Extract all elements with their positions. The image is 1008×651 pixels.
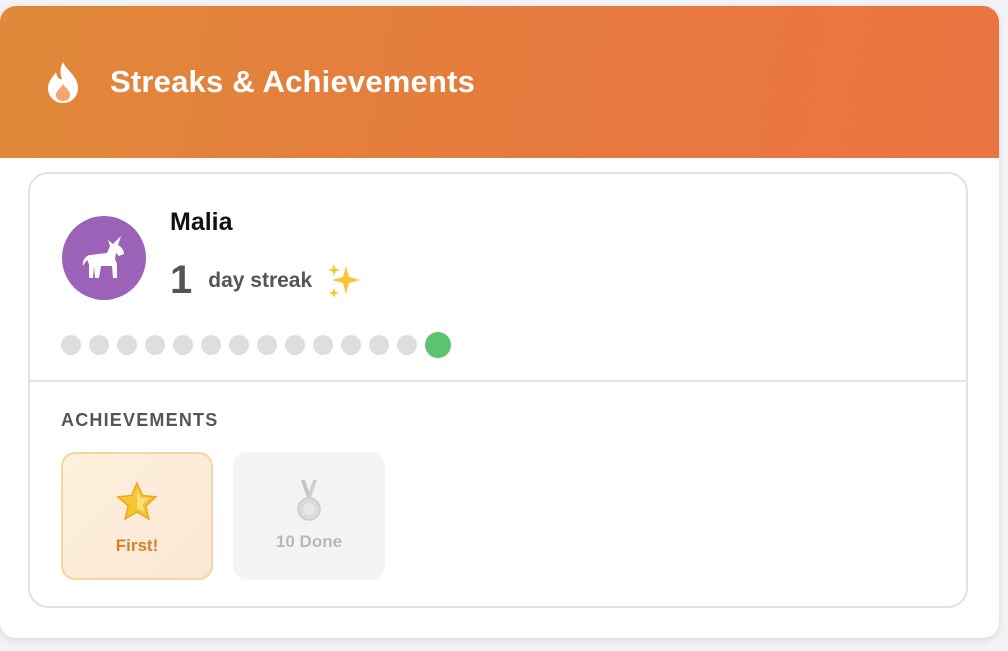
streak-day-dot [117,335,137,355]
streak-day-dot [61,335,81,355]
streak-day-dot [341,335,361,355]
streak-day-dot [173,335,193,355]
streak-day-dot [201,335,221,355]
achievement-badge-10-done[interactable]: 10 Done [233,452,385,580]
streak-day-dot [313,335,333,355]
card-header: Streaks & Achievements [0,6,999,158]
streak-count: 1 [170,258,193,302]
streak-summary: 1 day streak [170,258,364,303]
streak-day-dot [229,335,249,355]
streak-day-dot [369,335,389,355]
streak-day-dot [397,335,417,355]
achievements-heading: ACHIEVEMENTS [61,410,219,430]
flame-icon [44,60,82,104]
sparkles-icon [328,263,361,298]
streak-day-dot [89,335,109,355]
medal-icon [297,480,321,521]
star-icon [116,481,158,521]
unicorn-icon [82,236,124,278]
divider [30,380,966,382]
user-streak-panel: Malia 1 day streak ACHIEVEMENTS First! 1… [28,172,968,608]
user-name: Malia [170,208,233,236]
streak-day-dot [285,335,305,355]
streak-label: day streak [208,268,313,292]
streak-day-dots [61,332,451,358]
achievement-badge-first[interactable]: First! [61,452,213,580]
streak-day-dot [257,335,277,355]
card-title: Streaks & Achievements [110,64,476,99]
avatar [62,216,146,300]
streak-day-dot-active [425,332,451,358]
achievement-label: 10 Done [275,532,343,551]
achievement-label: First! [115,536,159,555]
streak-day-dot [145,335,165,355]
streaks-card: Streaks & Achievements Malia 1 day strea… [0,6,999,638]
